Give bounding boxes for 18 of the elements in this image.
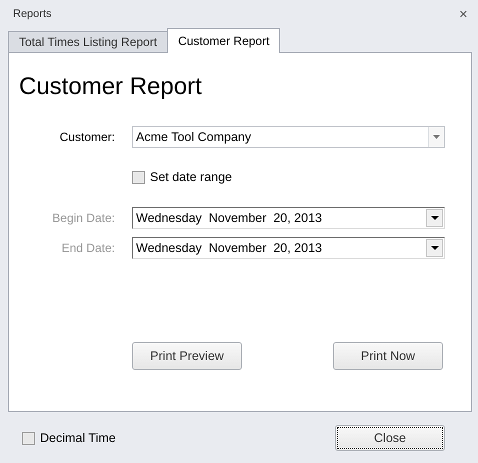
tab[interactable]: Customer Report [167, 28, 280, 53]
customer-label: Customer: [58, 130, 115, 144]
checkbox[interactable] [22, 432, 35, 444]
dropdown-arrow-icon [430, 216, 438, 220]
dropdown-arrow-icon [430, 246, 438, 250]
checkbox-label: Set date range [150, 170, 232, 184]
date-label: End Date: [60, 241, 115, 255]
date-label: Begin Date: [51, 211, 115, 225]
customer-dropdown[interactable]: Acme Tool Company [132, 126, 445, 148]
tab[interactable]: Total Times Listing Report [8, 31, 168, 52]
close-button[interactable]: Close [335, 425, 445, 451]
checkbox[interactable] [132, 170, 145, 184]
print-button[interactable]: Print Now [333, 342, 443, 370]
checkbox-label: Decimal Time [40, 431, 116, 445]
report-heading: Customer Report [19, 72, 203, 102]
print-button[interactable]: Print Preview [132, 342, 242, 370]
dropdown-arrow-icon [433, 135, 440, 139]
window-title: Reports [13, 8, 52, 20]
